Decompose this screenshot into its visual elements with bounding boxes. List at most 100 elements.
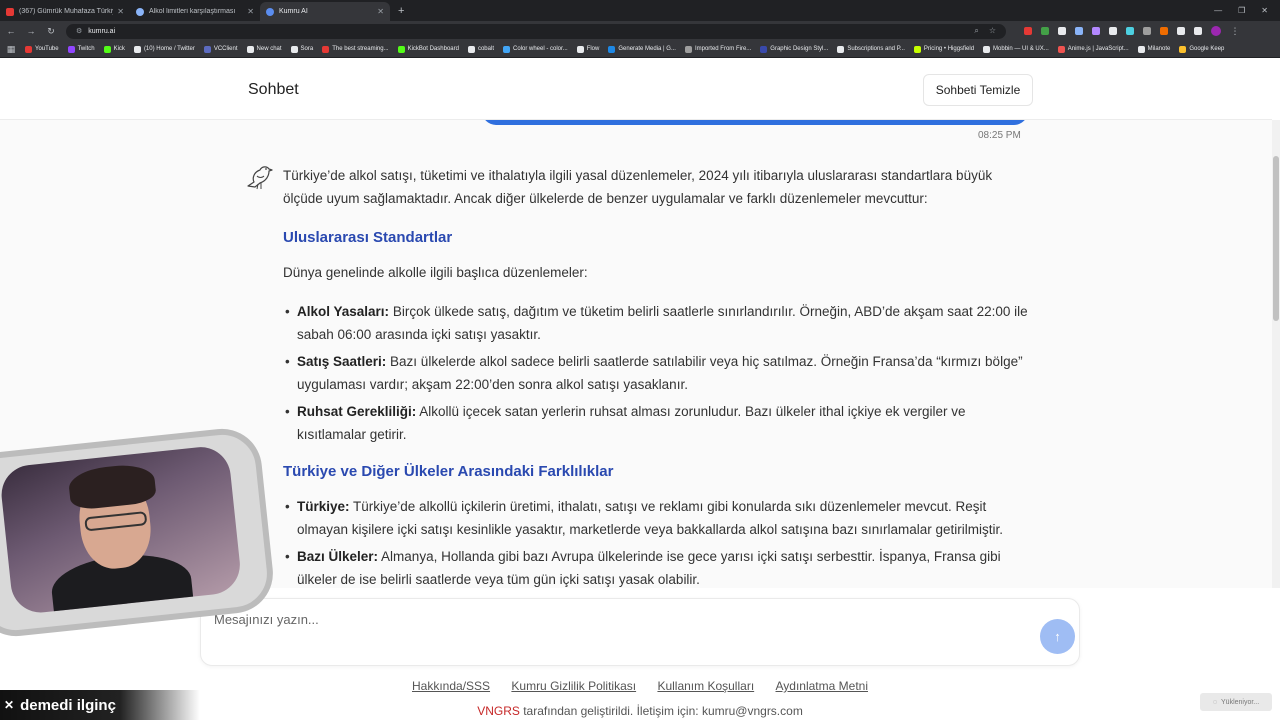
apps-icon[interactable]: ▦	[6, 44, 16, 55]
footer-link-disclosure[interactable]: Aydınlatma Metni	[776, 679, 869, 693]
bookmark-item[interactable]: Twitch	[67, 45, 95, 53]
list-item-text: Birçok ülkede satış, dağıtım ve tüketim …	[297, 304, 1028, 342]
bookmark-item[interactable]: Google Keep	[1179, 45, 1224, 53]
bookmark-star-icon[interactable]: ☆	[989, 26, 996, 36]
bookmark-item[interactable]: Milanote	[1137, 45, 1171, 53]
close-tab-icon[interactable]: ✕	[117, 7, 124, 16]
extension-icon[interactable]	[1143, 27, 1151, 35]
bookmark-item[interactable]: VCClient	[203, 45, 238, 53]
sora-icon	[290, 45, 298, 53]
bookmark-item[interactable]: Subscriptions and P...	[837, 45, 905, 53]
bookmark-label: (10) Home / Twitter	[143, 46, 195, 52]
bookmark-label: Milanote	[1147, 46, 1171, 52]
bookmark-label: Color wheel - color...	[512, 46, 568, 52]
kick-icon	[103, 45, 111, 53]
bookmark-label: New chat	[256, 46, 282, 52]
list-item-text: Türkiye’de alkollü içkilerin üretimi, it…	[297, 499, 1004, 537]
bookmark-item[interactable]: Sora	[290, 45, 313, 53]
reload-icon[interactable]: ↻	[46, 26, 56, 37]
chat-scrollbar[interactable]	[1272, 120, 1280, 588]
bookmark-label: Imported From Fire...	[694, 46, 752, 52]
chat-header: Sohbet Sohbeti Temizle	[0, 58, 1272, 120]
tab-title: (367) Gümrük Muhafaza Türkiye	[19, 8, 114, 15]
message-input[interactable]	[214, 609, 1014, 629]
clear-chat-button[interactable]: Sohbeti Temizle	[923, 74, 1033, 106]
twitch-icon	[67, 45, 75, 53]
webcam-feed	[0, 444, 243, 616]
answer-intro: Türkiye’de alkol satışı, tüketimi ve ith…	[283, 168, 993, 206]
bookmark-item[interactable]: Mobbin — UI & UX...	[983, 45, 1049, 53]
bookmark-item[interactable]: Pricing • Higgsfield	[913, 45, 974, 53]
footer-link-terms[interactable]: Kullanım Koşulları	[657, 679, 754, 693]
close-window-icon[interactable]: ✕	[1261, 6, 1268, 15]
list-item: Ruhsat Gerekliliği: Alkollü içecek satan…	[283, 400, 1031, 446]
bookmark-item[interactable]: Flow	[576, 45, 599, 53]
youtube-icon	[25, 45, 32, 53]
address-bar[interactable]: ⚙ kumru.ai ⌕ ☆	[66, 23, 1006, 39]
bookmark-icon	[322, 45, 330, 53]
arrow-up-icon: ↑	[1054, 629, 1061, 644]
sidebar-icon[interactable]	[1194, 27, 1202, 35]
bookmark-item[interactable]: YouTube	[25, 45, 59, 53]
footer-link-about[interactable]: Hakkında/SSS	[412, 679, 490, 693]
bookmark-item[interactable]: Graphic Design Styl...	[760, 45, 829, 53]
bookmark-item[interactable]: Generate Media | G...	[608, 45, 676, 53]
bookmark-item[interactable]: Color wheel - color...	[502, 45, 568, 53]
send-button[interactable]: ↑	[1040, 619, 1075, 654]
browser-tab-active[interactable]: Kumru AI ✕	[260, 2, 390, 21]
bookmark-item[interactable]: KickBot Dashboard	[397, 45, 459, 53]
zoom-icon[interactable]: ⌕	[974, 26, 978, 36]
bookmark-label: KickBot Dashboard	[407, 46, 459, 52]
list-item-term: Bazı Ülkeler:	[297, 549, 379, 564]
bookmark-item[interactable]: Kick	[103, 45, 125, 53]
maximize-icon[interactable]: ❐	[1238, 6, 1245, 15]
close-tab-icon[interactable]: ✕	[377, 7, 384, 16]
tab-title: Alkol limitleri karşılaştırması	[149, 8, 236, 15]
forward-icon[interactable]: →	[26, 26, 36, 36]
google-keep-icon	[1179, 45, 1187, 53]
extension-icon[interactable]	[1126, 27, 1134, 35]
milanote-icon	[1137, 45, 1145, 53]
list-item-term: Satış Saatleri:	[297, 354, 387, 369]
folder-icon	[684, 45, 692, 53]
extension-icon[interactable]	[1160, 27, 1168, 35]
browser-tab[interactable]: (367) Gümrük Muhafaza Türkiye ✕	[0, 2, 130, 21]
youtube-favicon-icon	[6, 7, 14, 16]
higgsfield-icon	[913, 45, 921, 53]
list-item-text: Almanya, Hollanda gibi bazı Avrupa ülkel…	[297, 549, 1001, 587]
profile-avatar[interactable]	[1211, 26, 1221, 36]
puzzle-icon[interactable]	[1177, 27, 1185, 35]
new-tab-icon[interactable]: +	[390, 2, 412, 21]
bookmark-icon	[760, 45, 768, 53]
color-wheel-icon	[502, 45, 510, 53]
extension-icon[interactable]	[1041, 27, 1049, 35]
back-icon[interactable]: ←	[6, 26, 16, 36]
extension-icon[interactable]	[1024, 27, 1032, 35]
spinner-icon: ◌	[1212, 698, 1218, 706]
extension-icon[interactable]	[1058, 27, 1066, 35]
site-info-icon[interactable]: ⚙	[76, 27, 82, 35]
kebab-menu-icon[interactable]: ⋮	[1230, 26, 1240, 37]
assistant-message: Türkiye’de alkol satışı, tüketimi ve ith…	[283, 164, 1031, 588]
minimize-icon[interactable]: —	[1214, 6, 1222, 15]
extension-icon[interactable]	[1075, 27, 1083, 35]
footer-link-privacy[interactable]: Kumru Gizlilik Politikası	[511, 679, 636, 693]
chatgpt-icon	[246, 45, 254, 53]
bookmark-item[interactable]: (10) Home / Twitter	[133, 45, 195, 53]
bookmark-item[interactable]: Imported From Fire...	[684, 45, 752, 53]
vngrs-link[interactable]: VNGRS	[477, 704, 520, 718]
bookmark-item[interactable]: Anime.js | JavaScript...	[1057, 45, 1129, 53]
bookmark-label: Graphic Design Styl...	[770, 46, 829, 52]
extension-icon[interactable]	[1092, 27, 1100, 35]
list-item-term: Alkol Yasaları:	[297, 304, 390, 319]
close-tab-icon[interactable]: ✕	[247, 7, 254, 16]
browser-tab[interactable]: Alkol limitleri karşılaştırması ✕	[130, 2, 260, 21]
scrollbar-thumb[interactable]	[1273, 156, 1279, 321]
bookmark-item[interactable]: The best streaming...	[322, 45, 389, 53]
list-item: Türkiye: Türkiye’de alkollü içkilerin ür…	[283, 495, 1031, 541]
bookmark-item[interactable]: cobalt	[467, 45, 494, 53]
section-lead: Dünya genelinde alkolle ilgili başlıca d…	[283, 265, 588, 280]
extension-icon[interactable]	[1109, 27, 1117, 35]
bookmark-item[interactable]: New chat	[246, 45, 282, 53]
x-icon	[133, 45, 141, 53]
